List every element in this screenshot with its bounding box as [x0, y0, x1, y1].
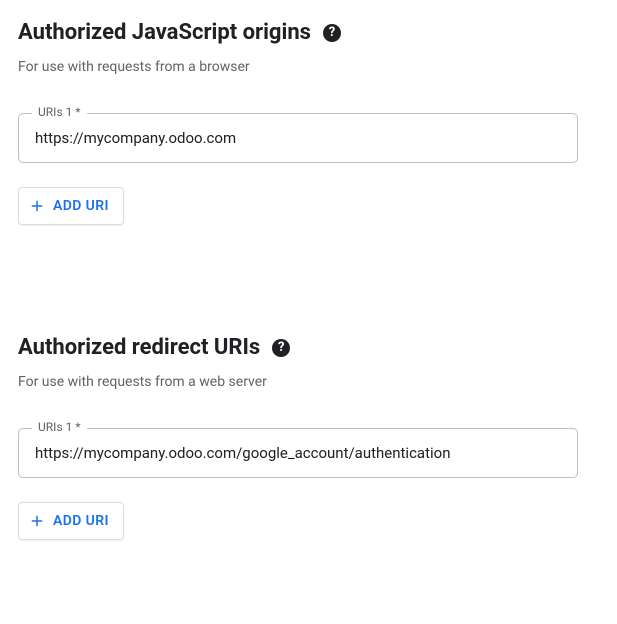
section-redirect-uris: Authorized redirect URIs ? For use with …	[18, 335, 599, 540]
section-header: Authorized JavaScript origins ?	[18, 20, 599, 45]
section-title-js-origins: Authorized JavaScript origins	[18, 20, 311, 45]
add-uri-button-js-origins[interactable]: ADD URI	[18, 187, 124, 225]
plus-icon	[29, 198, 45, 214]
uri-field-label: URIs 1 *	[32, 105, 87, 119]
uri-field-wrap: URIs 1 *	[18, 428, 578, 478]
add-uri-button-label: ADD URI	[53, 513, 109, 529]
section-header: Authorized redirect URIs ?	[18, 335, 599, 360]
uri-input-js-origins[interactable]	[18, 113, 578, 163]
section-js-origins: Authorized JavaScript origins ? For use …	[18, 20, 599, 225]
add-uri-button-redirect-uris[interactable]: ADD URI	[18, 502, 124, 540]
help-icon[interactable]: ?	[323, 24, 341, 42]
uri-input-redirect-uris[interactable]	[18, 428, 578, 478]
uri-field-wrap: URIs 1 *	[18, 113, 578, 163]
section-description-js-origins: For use with requests from a browser	[18, 59, 599, 75]
help-icon[interactable]: ?	[272, 339, 290, 357]
plus-icon	[29, 513, 45, 529]
section-description-redirect-uris: For use with requests from a web server	[18, 374, 599, 390]
add-uri-button-label: ADD URI	[53, 198, 109, 214]
uri-field-label: URIs 1 *	[32, 420, 87, 434]
section-title-redirect-uris: Authorized redirect URIs	[18, 335, 260, 360]
